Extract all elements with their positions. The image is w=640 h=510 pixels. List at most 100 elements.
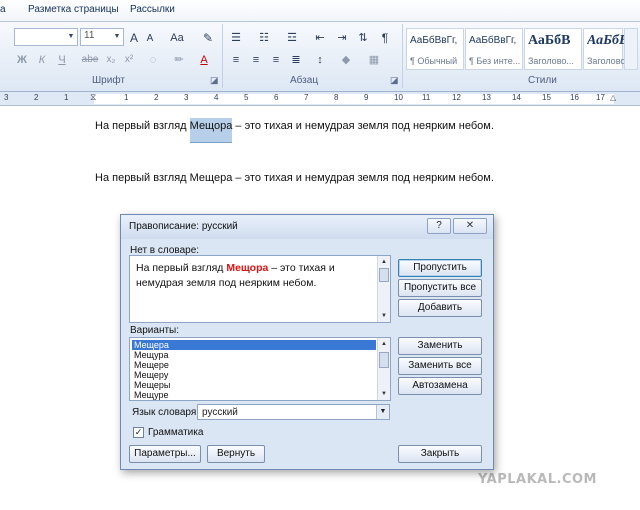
indent-marker-icon[interactable]: ⧖ xyxy=(90,92,96,103)
group-divider xyxy=(222,24,223,88)
grammar-checkbox[interactable]: ✓ xyxy=(133,427,144,438)
scroll-down-icon[interactable]: ▼ xyxy=(378,388,390,400)
suggestion-item[interactable]: Мещере xyxy=(132,360,376,370)
tab-mailings[interactable]: Рассылки xyxy=(130,4,175,15)
replace-button[interactable]: Заменить xyxy=(398,337,482,355)
font-size-combo[interactable]: 11 ▼ xyxy=(80,28,124,46)
spelling-dialog: Правописание: русский ? ✕ Нет в словаре:… xyxy=(120,214,494,470)
scroll-down-icon[interactable]: ▼ xyxy=(378,310,390,322)
undo-button[interactable]: Вернуть xyxy=(207,445,265,463)
align-right-icon[interactable]: ≡ xyxy=(268,52,284,68)
tab-page-layout[interactable]: Разметка страницы xyxy=(28,4,119,15)
shrink-font-button[interactable]: A xyxy=(144,31,156,47)
checkmark-icon: ✓ xyxy=(134,427,143,437)
style-normal[interactable]: АаБбВвГг, ¶ Обычный xyxy=(406,28,464,70)
chevron-down-icon: ▼ xyxy=(113,33,121,40)
font-group-label: Шрифт xyxy=(92,75,125,86)
scroll-up-icon[interactable]: ▲ xyxy=(378,338,390,350)
autocorrect-button[interactable]: Автозамена xyxy=(398,377,482,395)
document-line-2[interactable]: На первый взгляд Мещера – это тихая и не… xyxy=(95,172,494,184)
suggestion-item[interactable]: Мещура xyxy=(132,350,376,360)
misspelled-word-selection[interactable]: Мещора xyxy=(189,118,233,143)
font-name-combo[interactable]: ▼ xyxy=(14,28,78,46)
styles-gallery-scroll[interactable] xyxy=(624,28,638,70)
ruler-number: 5 xyxy=(244,93,249,102)
suggestions-label: Варианты: xyxy=(130,325,180,336)
language-value: русский xyxy=(202,407,238,418)
horizontal-ruler[interactable]: 3 2 1 ⧖ 1 2 3 4 5 6 7 8 9 10 11 12 13 14… xyxy=(0,92,640,106)
paragraph-dialog-launcher-icon[interactable]: ◪ xyxy=(390,75,399,86)
suggestion-item[interactable]: Мещеры xyxy=(132,380,376,390)
font-dialog-launcher-icon[interactable]: ◪ xyxy=(210,75,219,86)
paragraph-group-label: Абзац xyxy=(290,75,319,86)
align-center-icon[interactable]: ≡ xyxy=(248,52,264,68)
style-heading-2[interactable]: АаБбВ Заголово... xyxy=(583,28,625,70)
line-spacing-icon[interactable]: ↕ xyxy=(312,52,328,68)
superscript-button[interactable]: x² xyxy=(122,52,136,68)
style-sample: АаБбВ xyxy=(528,33,571,48)
style-sample: АаБбВвГг, xyxy=(410,35,458,46)
close-icon[interactable]: ✕ xyxy=(453,218,487,234)
highlight-icon[interactable]: ✏ xyxy=(172,52,186,68)
multilevel-list-icon[interactable]: ☲ xyxy=(284,30,300,46)
bullets-icon[interactable]: ☰ xyxy=(228,30,244,46)
options-button[interactable]: Параметры... xyxy=(129,445,201,463)
style-heading-1[interactable]: АаБбВ Заголово... xyxy=(524,28,582,70)
not-in-dictionary-textbox[interactable]: На первый взгляд Мещора – это тихая и не… xyxy=(129,255,391,323)
misspelled-word: Мещора xyxy=(226,262,269,274)
skip-all-button[interactable]: Пропустить все xyxy=(398,279,482,297)
dictionary-language-select[interactable]: русский ▼ xyxy=(197,404,390,420)
grow-font-button[interactable]: A xyxy=(128,30,140,46)
strikethrough-button[interactable]: abe xyxy=(80,52,100,68)
decrease-indent-icon[interactable]: ⇤ xyxy=(312,30,328,46)
font-color-button[interactable]: A xyxy=(198,52,210,68)
increase-indent-icon[interactable]: ⇥ xyxy=(334,30,350,46)
add-to-dictionary-button[interactable]: Добавить xyxy=(398,299,482,317)
suggestion-item[interactable]: Мещеру xyxy=(132,370,376,380)
underline-button[interactable]: Ч xyxy=(56,52,68,68)
dialog-titlebar[interactable]: Правописание: русский ? ✕ xyxy=(121,215,493,239)
skip-button[interactable]: Пропустить xyxy=(398,259,482,277)
styles-group-label: Стили xyxy=(528,75,557,86)
font-size-value: 11 xyxy=(84,30,95,41)
scroll-up-icon[interactable]: ▲ xyxy=(378,256,390,268)
ruler-number: 17 xyxy=(596,93,605,102)
justify-icon[interactable]: ≣ xyxy=(288,52,304,68)
dictionary-language-label: Язык словаря: xyxy=(132,407,200,418)
scroll-thumb[interactable] xyxy=(379,268,389,282)
ruler-number: 11 xyxy=(422,93,431,102)
suggestions-list[interactable]: Мещера Мещура Мещере Мещеру Мещеры Мещур… xyxy=(129,337,391,401)
shading-icon[interactable]: ◆ xyxy=(338,52,354,68)
replace-all-button[interactable]: Заменить все xyxy=(398,357,482,375)
ruler-number: 3 xyxy=(184,93,189,102)
borders-icon[interactable]: ▦ xyxy=(366,52,382,68)
change-case-button[interactable]: Aa xyxy=(168,30,186,46)
suggestions-scrollbar[interactable]: ▲ ▼ xyxy=(377,338,390,400)
doc-text: На первый взгляд xyxy=(95,120,190,132)
sort-icon[interactable]: ⇅ xyxy=(356,30,370,46)
numbering-icon[interactable]: ☷ xyxy=(256,30,272,46)
suggestion-item[interactable]: Мещуре xyxy=(132,390,376,400)
show-marks-button[interactable]: ¶ xyxy=(378,30,392,46)
tab-home-partial[interactable]: а xyxy=(0,4,6,15)
bold-button[interactable]: Ж xyxy=(16,52,28,68)
text-effects-icon[interactable]: ◌ xyxy=(146,52,160,68)
style-no-spacing[interactable]: АаБбВвГг, ¶ Без инте... xyxy=(465,28,523,70)
style-sample: АаБбВ xyxy=(587,33,625,48)
clear-format-icon[interactable]: ✎ xyxy=(200,30,216,46)
context-before: На первый взгляд xyxy=(136,262,227,274)
chevron-down-icon[interactable]: ▼ xyxy=(376,405,389,419)
suggestion-item[interactable]: Мещера xyxy=(132,340,376,350)
chevron-down-icon: ▼ xyxy=(67,33,75,40)
document-line-1[interactable]: На первый взгляд Мещора – это тихая и не… xyxy=(95,118,494,143)
italic-button[interactable]: К xyxy=(36,52,48,68)
help-button[interactable]: ? xyxy=(427,218,451,234)
align-left-icon[interactable]: ≡ xyxy=(228,52,244,68)
ruler-number: 1 xyxy=(124,93,129,102)
scroll-thumb[interactable] xyxy=(379,352,389,368)
context-scrollbar[interactable]: ▲ ▼ xyxy=(377,256,390,322)
subscript-button[interactable]: x₂ xyxy=(104,52,118,68)
right-indent-marker-icon[interactable]: △ xyxy=(610,93,616,102)
close-button[interactable]: Закрыть xyxy=(398,445,482,463)
group-divider xyxy=(402,24,403,88)
